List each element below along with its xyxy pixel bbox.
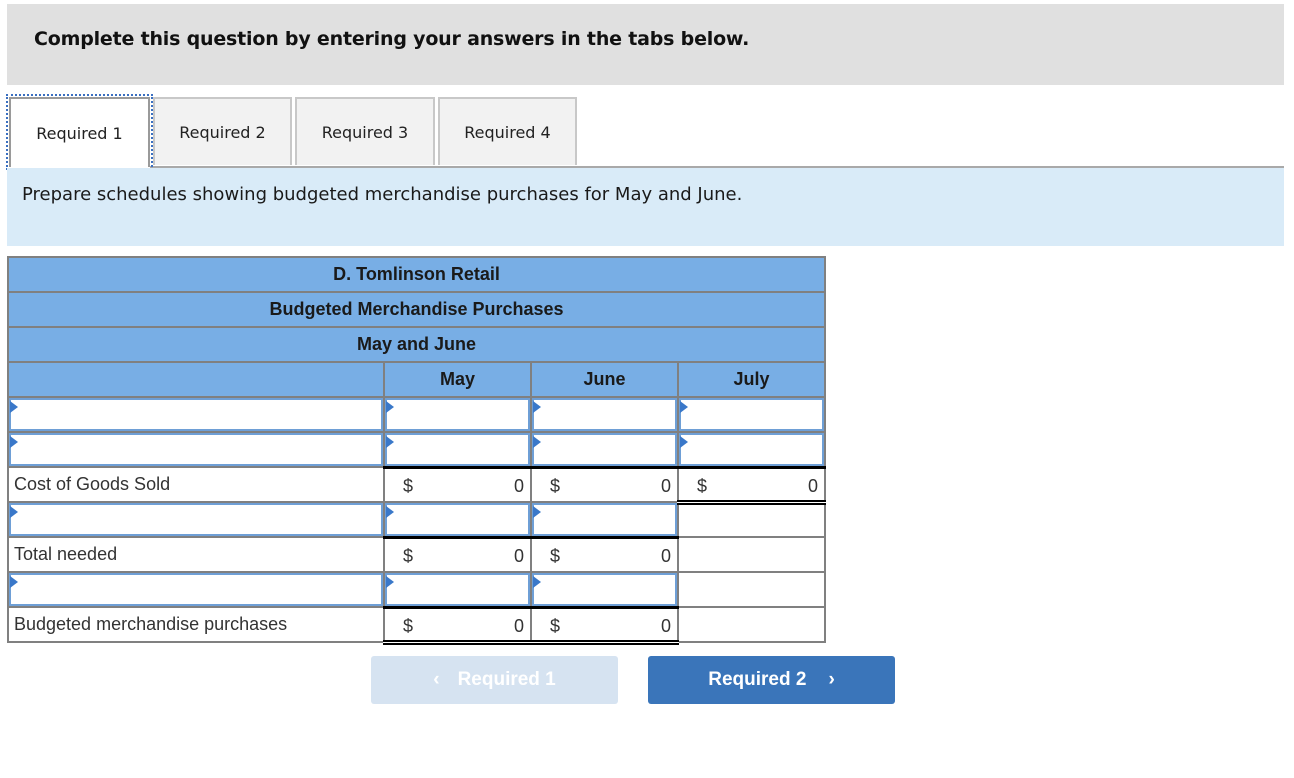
- amount-input[interactable]: [385, 398, 530, 431]
- value: 0: [660, 475, 671, 496]
- june-input[interactable]: [530, 571, 679, 608]
- row-label-input[interactable]: [7, 431, 385, 468]
- tab-required-1[interactable]: Required 1: [6, 94, 153, 170]
- total-needed-june: $0: [530, 535, 679, 573]
- currency-symbol: $: [403, 475, 414, 496]
- amount-input[interactable]: [532, 433, 677, 466]
- empty-cell: [677, 501, 826, 538]
- dropdown-input[interactable]: [9, 503, 383, 536]
- currency-symbol: $: [697, 475, 708, 496]
- currency-symbol: $: [550, 475, 561, 496]
- dropdown-input[interactable]: [9, 573, 383, 606]
- row-label-input[interactable]: [7, 396, 385, 433]
- column-header-june: June: [530, 361, 679, 398]
- june-input[interactable]: [530, 501, 679, 538]
- empty-cell: [677, 536, 826, 573]
- empty-cell: [677, 571, 826, 608]
- amount-input[interactable]: [679, 398, 824, 431]
- value: 0: [513, 545, 524, 566]
- may-input[interactable]: [383, 571, 532, 608]
- schedule-period: May and June: [7, 326, 826, 363]
- next-button-label: Required 2: [708, 669, 807, 690]
- currency-symbol: $: [403, 545, 414, 566]
- next-required-button[interactable]: Required 2 ›: [648, 656, 895, 704]
- amount-input[interactable]: [385, 573, 530, 606]
- value: 0: [660, 615, 671, 636]
- row-label-input[interactable]: [7, 501, 385, 538]
- currency-symbol: $: [550, 615, 561, 636]
- schedule-title: Budgeted Merchandise Purchases: [7, 291, 826, 328]
- amount-input[interactable]: [532, 503, 677, 536]
- table-row: Budgeted merchandise purchases $0 $0: [7, 605, 826, 645]
- currency-symbol: $: [550, 545, 561, 566]
- table-row: [7, 396, 826, 433]
- header-blank: [7, 361, 385, 398]
- july-input[interactable]: [677, 396, 826, 433]
- cogs-june: $0: [530, 465, 679, 503]
- table-row: [7, 431, 826, 468]
- cogs-may: $0: [383, 465, 532, 503]
- column-header-may: May: [383, 361, 532, 398]
- amount-input[interactable]: [532, 398, 677, 431]
- row-label-budgeted-purchases: Budgeted merchandise purchases: [7, 606, 385, 643]
- row-label-input[interactable]: [7, 571, 385, 608]
- amount-input[interactable]: [385, 503, 530, 536]
- row-label-cogs: Cost of Goods Sold: [7, 466, 385, 503]
- prev-button-label: Required 1: [457, 669, 556, 690]
- value: 0: [807, 475, 818, 496]
- purchases-may: $0: [383, 605, 532, 645]
- amount-input[interactable]: [532, 573, 677, 606]
- row-label-total-needed: Total needed: [7, 536, 385, 573]
- may-input[interactable]: [383, 501, 532, 538]
- purchases-schedule-table: D. Tomlinson Retail Budgeted Merchandise…: [7, 256, 826, 645]
- tab-required-3[interactable]: Required 3: [295, 97, 435, 165]
- june-input[interactable]: [530, 431, 679, 468]
- chevron-right-icon: ›: [828, 669, 835, 690]
- dropdown-input[interactable]: [9, 398, 383, 431]
- value: 0: [513, 615, 524, 636]
- value: 0: [513, 475, 524, 496]
- instruction-text: Prepare schedules showing budgeted merch…: [22, 184, 743, 205]
- column-header-july: July: [677, 361, 826, 398]
- table-row: Cost of Goods Sold $0 $0 $0: [7, 465, 826, 505]
- prev-required-button[interactable]: ‹ Required 1: [371, 656, 618, 704]
- cogs-july: $0: [677, 465, 826, 505]
- may-input[interactable]: [383, 396, 532, 433]
- company-name: D. Tomlinson Retail: [7, 256, 826, 293]
- chevron-left-icon: ‹: [433, 669, 440, 690]
- banner-text: Complete this question by entering your …: [34, 28, 750, 50]
- currency-symbol: $: [403, 615, 414, 636]
- instructions-banner: Complete this question by entering your …: [7, 4, 1284, 85]
- tab-bar: Required 1 Required 2 Required 3 Require…: [6, 94, 1284, 170]
- table-row: [7, 571, 826, 608]
- total-needed-may: $0: [383, 535, 532, 573]
- instruction-panel: Prepare schedules showing budgeted merch…: [7, 168, 1284, 246]
- empty-cell: [677, 606, 826, 643]
- june-input[interactable]: [530, 396, 679, 433]
- value: 0: [660, 545, 671, 566]
- tab-required-2[interactable]: Required 2: [153, 97, 292, 165]
- july-input[interactable]: [677, 431, 826, 468]
- table-row: [7, 501, 826, 538]
- amount-input[interactable]: [679, 433, 824, 466]
- table-row: Total needed $0 $0: [7, 535, 826, 573]
- dropdown-input[interactable]: [9, 433, 383, 466]
- tab-required-4[interactable]: Required 4: [438, 97, 577, 165]
- amount-input[interactable]: [385, 433, 530, 466]
- purchases-june: $0: [530, 605, 679, 645]
- may-input[interactable]: [383, 431, 532, 468]
